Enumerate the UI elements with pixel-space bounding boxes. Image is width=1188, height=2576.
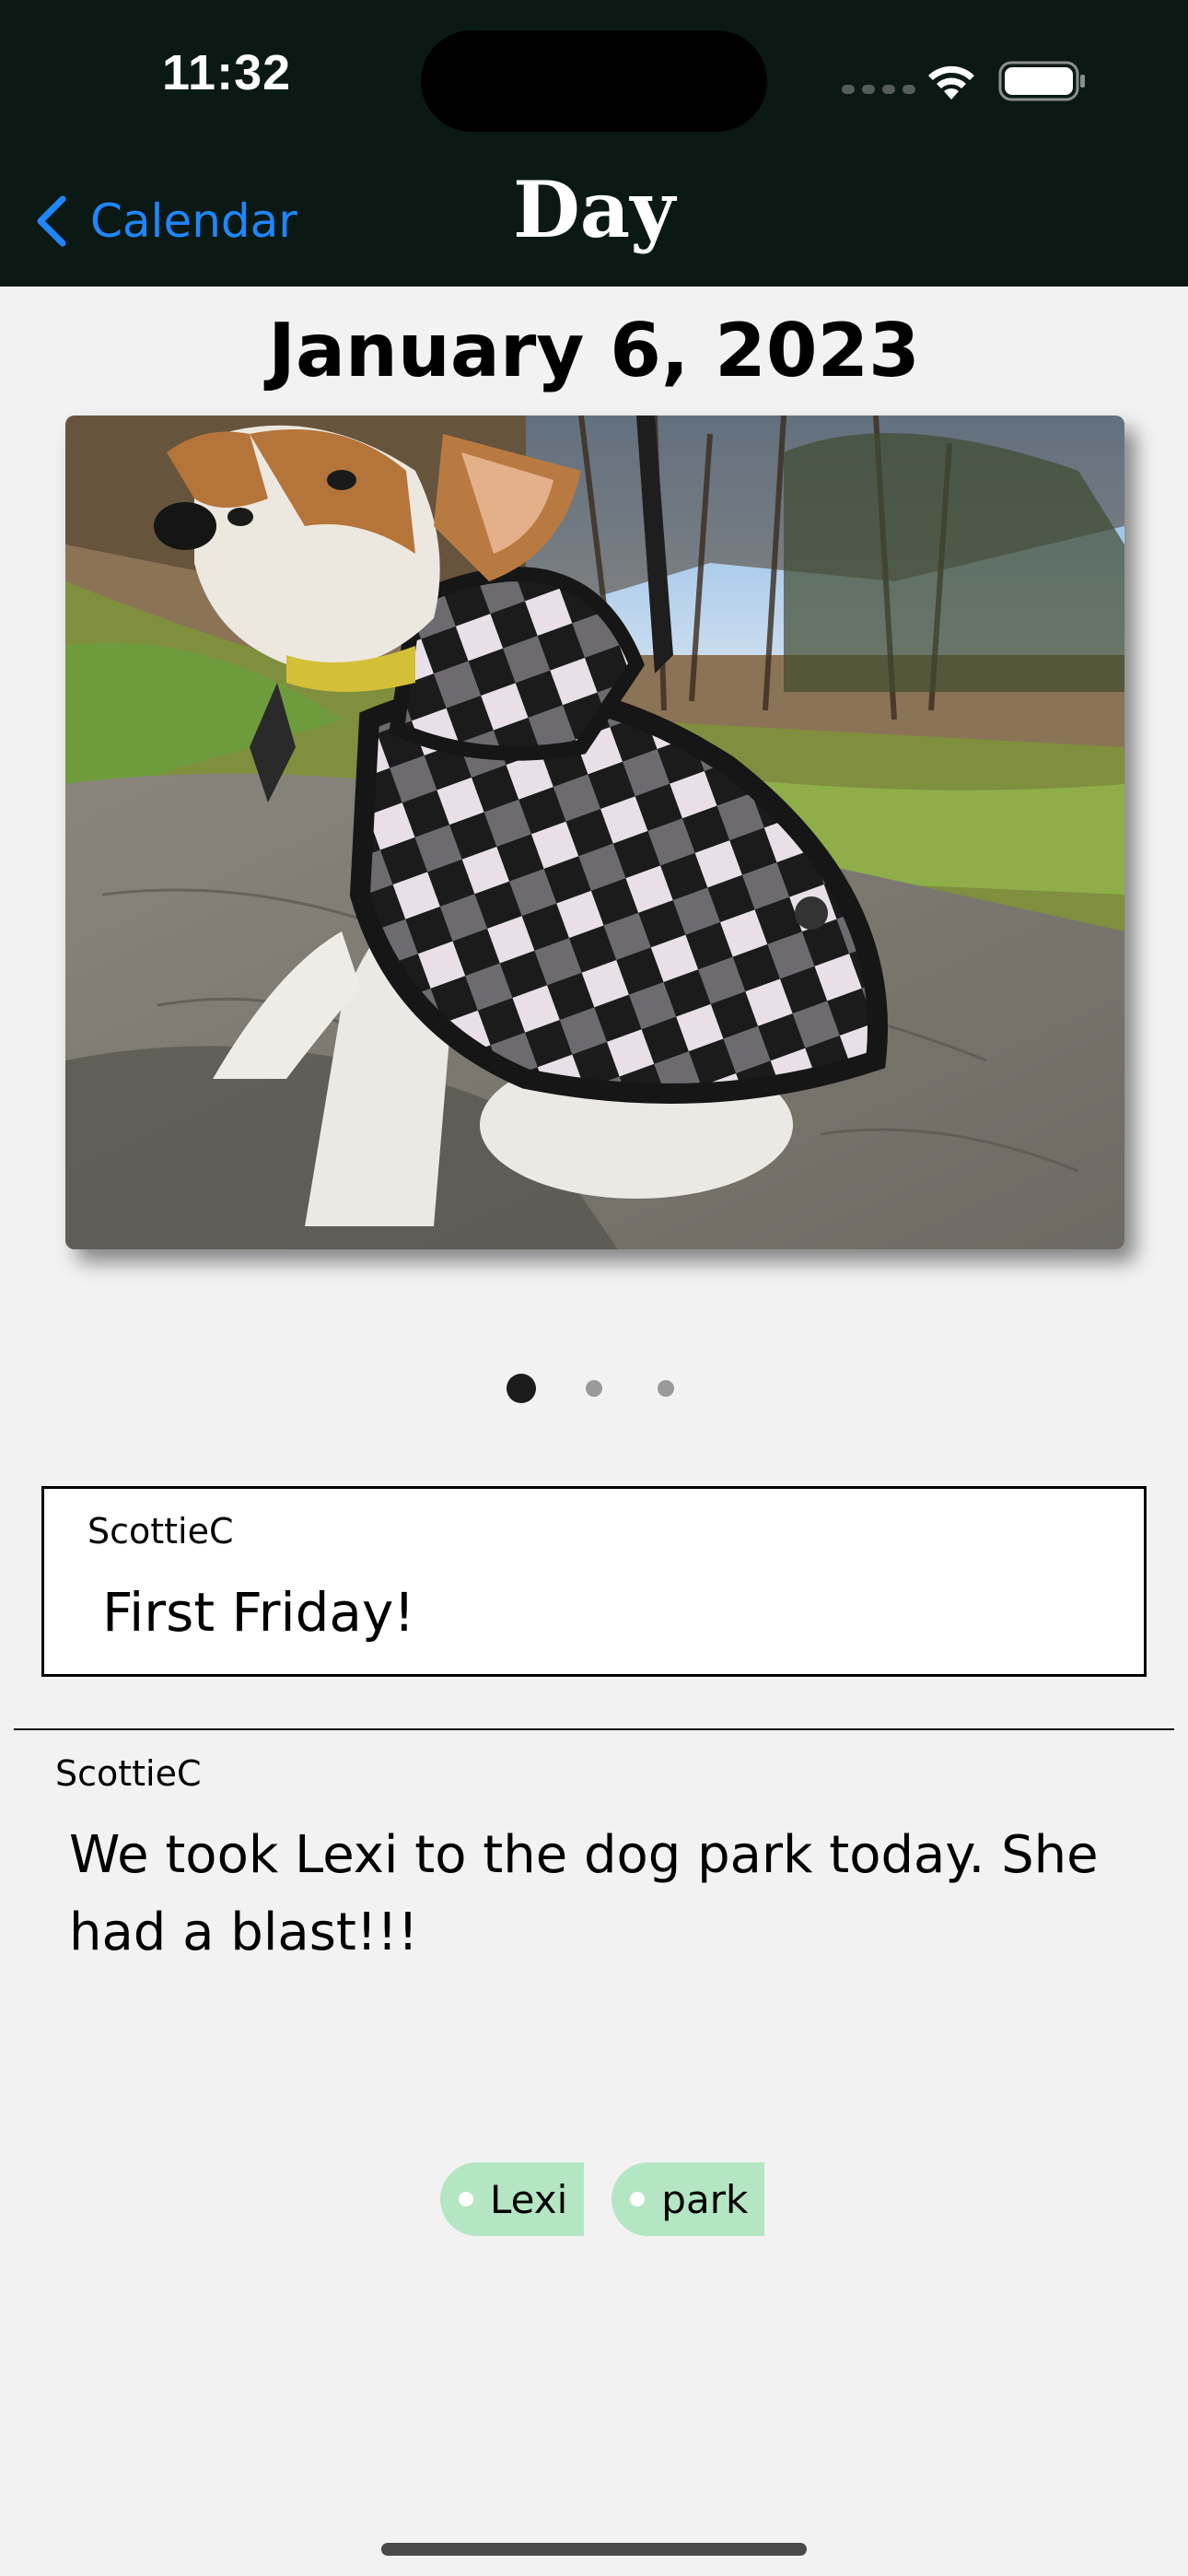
dog-photo-image	[65, 416, 1124, 1249]
cellular-signal-icon	[842, 85, 915, 94]
entry-photo[interactable]	[65, 416, 1124, 1249]
home-indicator[interactable]	[381, 2543, 807, 2556]
entry-note[interactable]: We took Lexi to the dog park today. She …	[69, 1817, 1174, 1972]
title-author: ScottieC	[87, 1511, 234, 1551]
tag-dot-icon	[630, 2192, 646, 2207]
tag-chip[interactable]: Lexi	[440, 2162, 585, 2236]
entry-title: First Friday!	[102, 1581, 415, 1644]
divider	[14, 1728, 1174, 1730]
navigation-bar: 11:32 Calendar Day	[0, 0, 1188, 287]
tag-label: Lexi	[490, 2176, 568, 2222]
page-dot-1[interactable]	[507, 1374, 536, 1403]
status-time: 11:32	[162, 45, 292, 100]
page-dot-3[interactable]	[658, 1380, 674, 1397]
entry-date: January 6, 2023	[268, 308, 920, 393]
wifi-icon	[928, 65, 974, 100]
photo-page-indicator[interactable]	[0, 1373, 1188, 1406]
dynamic-island	[421, 30, 767, 132]
tag-label: park	[661, 2176, 749, 2222]
battery-icon	[998, 61, 1085, 101]
tag-list: Lexi park	[440, 2162, 765, 2236]
tag-chip[interactable]: park	[611, 2162, 765, 2236]
note-author: ScottieC	[55, 1753, 202, 1794]
page-dot-2[interactable]	[586, 1380, 602, 1397]
day-screen: 11:32 Calendar Day January 6, 2023 Scott…	[0, 0, 1188, 2576]
page-title: Day	[512, 164, 676, 255]
entry-title-card[interactable]: ScottieC First Friday!	[41, 1486, 1147, 1677]
tag-dot-icon	[459, 2192, 473, 2207]
